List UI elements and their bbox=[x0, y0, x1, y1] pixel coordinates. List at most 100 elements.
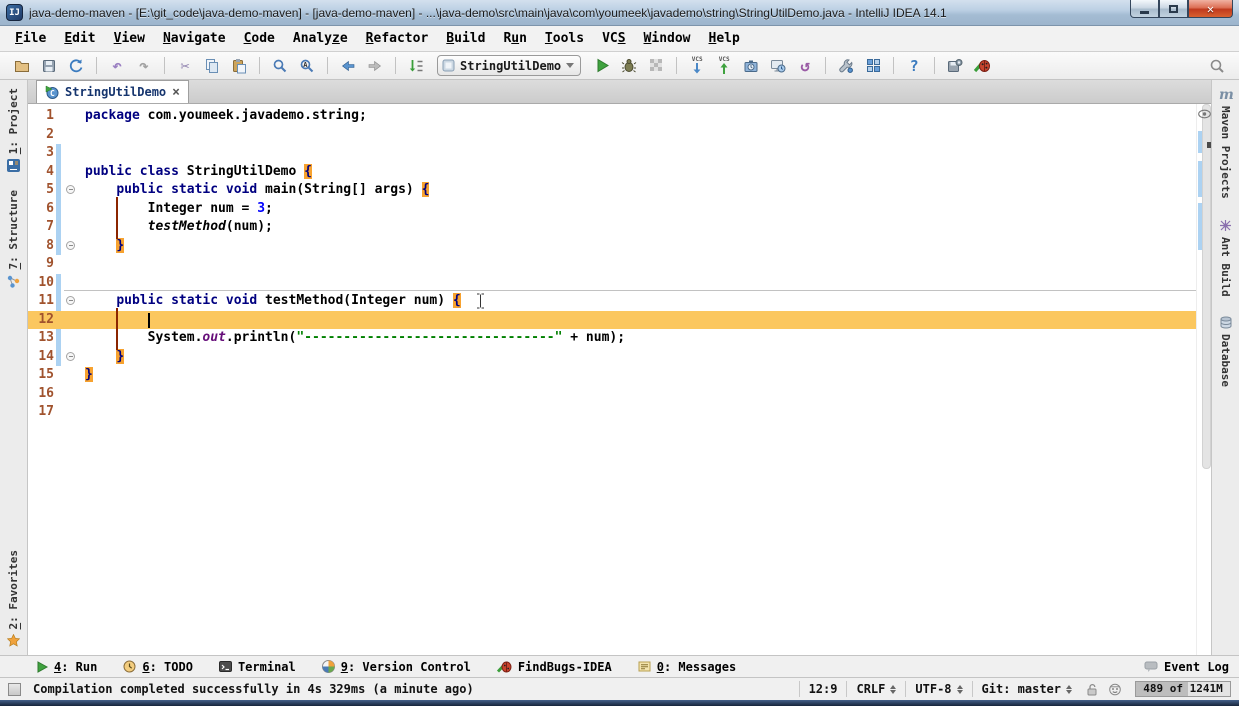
line-number[interactable]: 5 bbox=[32, 181, 54, 200]
code-line[interactable] bbox=[85, 255, 625, 274]
menu-refactor[interactable]: Refactor bbox=[357, 28, 438, 49]
caret-position-widget[interactable]: 12:9 bbox=[799, 681, 847, 697]
line-number[interactable]: 15 bbox=[32, 366, 54, 385]
lock-icon[interactable] bbox=[1081, 683, 1103, 696]
minimize-button[interactable] bbox=[1130, 0, 1159, 18]
find-icon[interactable] bbox=[268, 54, 292, 78]
search-everywhere-icon[interactable] bbox=[1205, 54, 1229, 78]
settings-icon[interactable] bbox=[834, 54, 858, 78]
toggle-toolwindows-icon[interactable] bbox=[8, 683, 21, 696]
code-line[interactable] bbox=[85, 311, 625, 330]
tool-button-terminal[interactable]: Terminal bbox=[219, 660, 296, 674]
cut-icon[interactable]: ✂ bbox=[173, 54, 197, 78]
tool-button-0-messages[interactable]: 0: Messages bbox=[638, 660, 736, 674]
line-number[interactable]: 17 bbox=[32, 403, 54, 422]
line-number[interactable]: 9 bbox=[32, 255, 54, 274]
fold-marker-icon[interactable] bbox=[66, 296, 75, 305]
menu-navigate[interactable]: Navigate bbox=[154, 28, 235, 49]
code-line[interactable]: package com.youmeek.javademo.string; bbox=[85, 107, 625, 126]
fold-marker-icon[interactable] bbox=[66, 352, 75, 361]
line-number[interactable]: 12 bbox=[32, 311, 54, 330]
code-line[interactable]: public static void testMethod(Integer nu… bbox=[85, 292, 625, 311]
code-line[interactable]: System.out.println("--------------------… bbox=[85, 329, 625, 348]
vcs-branch-widget[interactable]: Git: master bbox=[972, 681, 1081, 697]
menu-file[interactable]: File bbox=[6, 28, 55, 49]
undo-icon[interactable]: ↶ bbox=[105, 54, 129, 78]
code-line[interactable]: public class StringUtilDemo { bbox=[85, 163, 625, 182]
rollback-icon[interactable]: ↺ bbox=[793, 54, 817, 78]
menu-view[interactable]: View bbox=[105, 28, 154, 49]
open-folder-icon[interactable] bbox=[10, 54, 34, 78]
menu-tools[interactable]: Tools bbox=[536, 28, 593, 49]
menu-vcs[interactable]: VCS bbox=[593, 28, 634, 49]
sort-lines-icon[interactable] bbox=[404, 54, 428, 78]
encoding-widget[interactable]: UTF-8 bbox=[905, 681, 971, 697]
navigate-forward-icon[interactable] bbox=[363, 54, 387, 78]
findbugs-analyze-icon[interactable] bbox=[970, 54, 994, 78]
run-configuration-select[interactable]: StringUtilDemo bbox=[437, 55, 581, 76]
code-line[interactable]: Integer num = 3; bbox=[85, 200, 625, 219]
tool-button-event-log[interactable]: Event Log bbox=[1144, 660, 1229, 674]
line-number[interactable]: 2 bbox=[32, 126, 54, 145]
project-structure-icon[interactable] bbox=[861, 54, 885, 78]
code-line[interactable]: public static void main(String[] args) { bbox=[85, 181, 625, 200]
menu-edit[interactable]: Edit bbox=[55, 28, 104, 49]
close-button[interactable]: ✕ bbox=[1188, 0, 1233, 18]
run-icon[interactable] bbox=[590, 54, 614, 78]
replace-icon[interactable]: A bbox=[295, 54, 319, 78]
tab-close-icon[interactable]: × bbox=[172, 86, 180, 99]
code-line[interactable] bbox=[85, 403, 625, 422]
menu-build[interactable]: Build bbox=[437, 28, 494, 49]
tool-button-7-structure[interactable]: 7: Structure bbox=[7, 188, 20, 289]
code-line[interactable]: } bbox=[85, 348, 625, 367]
tool-button-6-todo[interactable]: 6: TODO bbox=[123, 660, 193, 674]
show-history-icon[interactable] bbox=[739, 54, 763, 78]
code-editor[interactable]: 1234567891011121314151617 package com.yo… bbox=[28, 104, 1211, 655]
fold-marker-icon[interactable] bbox=[66, 185, 75, 194]
code-line[interactable] bbox=[85, 126, 625, 145]
tool-button-4-run[interactable]: 4: Run bbox=[36, 660, 97, 674]
menu-run[interactable]: Run bbox=[494, 28, 535, 49]
menu-code[interactable]: Code bbox=[235, 28, 284, 49]
save-all-icon[interactable] bbox=[37, 54, 61, 78]
line-number[interactable]: 16 bbox=[32, 385, 54, 404]
run-with-coverage-icon[interactable] bbox=[644, 54, 668, 78]
redo-icon[interactable]: ↷ bbox=[132, 54, 156, 78]
tool-button-ant-build[interactable]: Ant Build bbox=[1219, 217, 1232, 299]
code-line[interactable] bbox=[85, 274, 625, 293]
code-line[interactable]: testMethod(num); bbox=[85, 218, 625, 237]
tool-button-1-project[interactable]: 1: Project bbox=[7, 86, 20, 174]
line-number[interactable]: 4 bbox=[32, 163, 54, 182]
line-number[interactable]: 10 bbox=[32, 274, 54, 293]
line-number[interactable]: 13 bbox=[32, 329, 54, 348]
fold-marker-icon[interactable] bbox=[66, 241, 75, 250]
code-line[interactable]: } bbox=[85, 366, 625, 385]
line-number[interactable]: 1 bbox=[32, 107, 54, 126]
menu-help[interactable]: Help bbox=[700, 28, 749, 49]
memory-indicator[interactable]: 489 of 1241M bbox=[1135, 681, 1231, 697]
tool-button-maven-projects[interactable]: mMaven Projects bbox=[1219, 86, 1233, 201]
line-number[interactable]: 11 bbox=[32, 292, 54, 311]
hector-inspector-icon[interactable] bbox=[1103, 682, 1127, 696]
code-line[interactable] bbox=[85, 144, 625, 163]
recent-changes-icon[interactable] bbox=[766, 54, 790, 78]
debug-icon[interactable] bbox=[617, 54, 641, 78]
code-line[interactable]: } bbox=[85, 237, 625, 256]
line-number[interactable]: 6 bbox=[32, 200, 54, 219]
vcs-commit-icon[interactable]: VCS bbox=[712, 54, 736, 78]
navigate-back-icon[interactable] bbox=[336, 54, 360, 78]
gutter-numbers[interactable]: 1234567891011121314151617 bbox=[32, 107, 54, 422]
line-number[interactable]: 8 bbox=[32, 237, 54, 256]
tab-stringutildemo[interactable]: C StringUtilDemo × bbox=[36, 80, 189, 103]
error-stripe[interactable] bbox=[1196, 104, 1211, 655]
tool-button-database[interactable]: Database bbox=[1219, 314, 1232, 389]
synchronize-icon[interactable] bbox=[64, 54, 88, 78]
paste-icon[interactable] bbox=[227, 54, 251, 78]
code-lines[interactable]: package com.youmeek.javademo.string; publ… bbox=[85, 107, 625, 422]
line-number[interactable]: 7 bbox=[32, 218, 54, 237]
tool-button-2-favorites[interactable]: 2: Favorites bbox=[7, 548, 20, 649]
help-icon[interactable]: ? bbox=[902, 54, 926, 78]
vcs-update-icon[interactable]: VCS bbox=[685, 54, 709, 78]
maximize-button[interactable] bbox=[1159, 0, 1188, 18]
line-number[interactable]: 14 bbox=[32, 348, 54, 367]
